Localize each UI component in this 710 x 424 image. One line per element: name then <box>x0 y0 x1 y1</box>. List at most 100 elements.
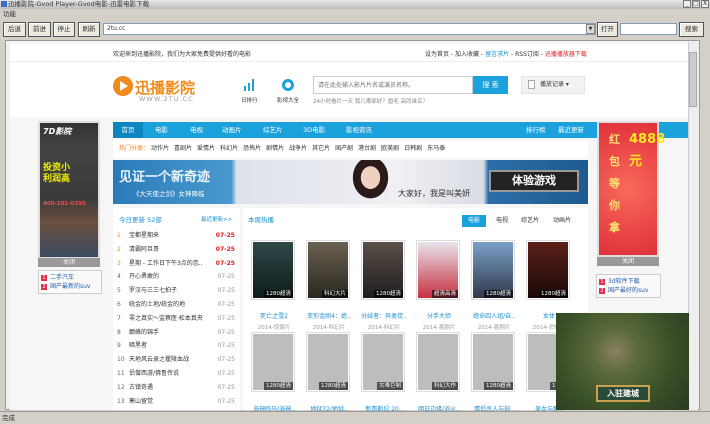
open-button[interactable]: 打开 <box>597 22 618 37</box>
hot-cat[interactable]: 港台剧 <box>358 145 376 152</box>
movie-poster[interactable]: 1280超清 <box>251 332 295 392</box>
nav-latest[interactable]: 最近更新 <box>558 122 584 138</box>
close-button[interactable]: X <box>701 0 709 8</box>
latest-more-link[interactable]: 最近更新>> <box>201 215 232 223</box>
site-logo[interactable]: 迅播影院 WWW.2TU.CC <box>113 76 223 103</box>
link-request[interactable]: 留言求片 <box>485 51 509 58</box>
quality-tag: 1280超清 <box>484 382 513 390</box>
hot-cat[interactable]: 日韩剧 <box>404 145 422 152</box>
movie-poster[interactable]: 1280超清 <box>361 240 405 300</box>
update-list-item[interactable]: 1 宝都星期来 07-25 <box>117 230 235 242</box>
update-list-item[interactable]: 8 巅峰的锦手 07-25 <box>117 327 235 339</box>
back-button[interactable]: 后退 <box>3 22 26 37</box>
site-search-input[interactable] <box>313 76 473 94</box>
left-ad-close[interactable]: 关闭 <box>38 258 100 267</box>
update-list-item[interactable]: 11 侣僧西游/佛鲁传说 07-25 <box>117 368 235 380</box>
movie-poster[interactable]: 1280超清 <box>471 240 515 300</box>
minimize-button[interactable]: _ <box>683 0 691 8</box>
nav-variety[interactable]: 综艺片 <box>263 122 283 138</box>
update-list-item[interactable]: 10 天地风云录之瞿陵血战 07-25 <box>117 354 235 366</box>
hot-cat[interactable]: 科幻片 <box>220 145 238 152</box>
nav-home[interactable]: 首页 <box>113 122 143 138</box>
update-list-item[interactable]: 4 开心勇敢的 07-25 <box>117 271 235 283</box>
link-set-home[interactable]: 设为首页 <box>425 51 449 58</box>
tab-variety[interactable]: 综艺片 <box>518 215 542 227</box>
item-date: 07-25 <box>217 314 235 322</box>
update-list-item[interactable]: 2 清霸阿旦哥 07-25 <box>117 244 235 256</box>
movie-title[interactable]: 变形金刚4：绝.. <box>303 311 355 320</box>
hot-cat[interactable]: 恐怖片 <box>243 145 261 152</box>
hot-cat[interactable]: 欧美剧 <box>381 145 399 152</box>
all-videos-link[interactable]: 影视大全 <box>277 96 299 104</box>
tab-tv[interactable]: 电视 <box>490 215 514 227</box>
item-title: 巅峰的锦手 <box>129 328 160 336</box>
ad-brand: 7D影院 <box>43 127 72 136</box>
nav-ranking[interactable]: 排行榜 <box>526 122 546 138</box>
nav-anime[interactable]: 动画片 <box>222 122 242 138</box>
movie-poster[interactable]: 灾难巨制 <box>361 332 405 392</box>
hot-cat[interactable]: 其它片 <box>312 145 330 152</box>
ad-link[interactable]: 1 3d软件下载 <box>599 277 658 286</box>
nav-tv[interactable]: 电视 <box>190 122 203 138</box>
movie-poster[interactable]: 1280超清 <box>251 240 295 300</box>
hot-cat[interactable]: 动作片 <box>151 145 169 152</box>
movie-title[interactable]: 绝命四人组/自.. <box>468 311 520 320</box>
bar-chart-icon[interactable] <box>244 79 256 91</box>
link-bookmark[interactable]: 加入收藏 <box>455 51 479 58</box>
nav-news[interactable]: 影视资讯 <box>346 122 372 138</box>
ad-link[interactable]: 2 国产最新的suv <box>41 282 99 291</box>
item-date: 07-25 <box>217 383 235 391</box>
toolbar-search-input[interactable] <box>620 23 677 35</box>
maximize-button[interactable]: □ <box>692 0 700 8</box>
update-list-item[interactable]: 6 统金的土地/统金的地 07-25 <box>117 299 235 311</box>
hot-cat[interactable]: 爱情片 <box>197 145 215 152</box>
toolbar-search-button[interactable]: 搜索 <box>679 22 704 37</box>
nav-3d[interactable]: 3D电影 <box>303 122 325 138</box>
menu-function[interactable]: 功能 <box>0 9 16 20</box>
scrollbar-thumb[interactable] <box>689 52 697 107</box>
play-history-button[interactable]: 播放记录 ▾ <box>521 76 585 94</box>
nav-movies[interactable]: 电影 <box>155 122 168 138</box>
refresh-button[interactable]: 刷新 <box>78 22 100 37</box>
movie-poster[interactable]: 1280超清 <box>526 240 570 300</box>
hot-cat[interactable]: 战争片 <box>289 145 307 152</box>
right-vertical-ad[interactable]: 红包等你拿 4888元 <box>597 121 665 257</box>
hot-cat[interactable]: 国产剧 <box>335 145 353 152</box>
left-vertical-ad[interactable]: 7D影院 投资小 利润高 400-101-0395 <box>38 121 100 259</box>
update-list-item[interactable]: 3 星期 - 工作日下午3点的恋.. 07-25 <box>117 258 235 270</box>
quality-tag: 科幻大作 <box>431 382 458 390</box>
tab-movies[interactable]: 电影 <box>462 215 486 227</box>
hot-cat[interactable]: 东马泰 <box>427 145 445 152</box>
update-list-item[interactable]: 9 暗黑者 07-25 <box>117 340 235 352</box>
movie-poster[interactable]: 1280超清 <box>306 332 350 392</box>
tab-anime[interactable]: 动画片 <box>550 215 574 227</box>
right-ad-close[interactable]: 关闭 <box>597 257 659 266</box>
film-reel-icon[interactable] <box>282 79 294 91</box>
movie-title[interactable]: 分歧者：异类觉.. <box>358 311 410 320</box>
sep: - <box>480 51 484 58</box>
site-search-button[interactable]: 搜 索 <box>473 76 508 94</box>
update-list-item[interactable]: 7 零之真实～监察医·松本真央 07-25 <box>117 313 235 325</box>
ad-link[interactable]: 1 二手汽车 <box>41 273 99 282</box>
hot-cat[interactable]: 喜剧片 <box>174 145 192 152</box>
hot-cat[interactable]: 剧情片 <box>266 145 284 152</box>
movie-title[interactable]: 死亡之雪2 <box>248 311 300 320</box>
movie-poster[interactable]: 科幻大作 <box>416 332 460 392</box>
update-list-item[interactable]: 13 寒山留觉 07-25 <box>117 396 235 408</box>
movie-poster[interactable]: 超清高清 <box>416 240 460 300</box>
game-banner-ad[interactable]: 见证一个新奇迹 《大天使之剑》女神降临 大家好，我是叫美妍 体验游戏 <box>113 160 588 204</box>
ad-link[interactable]: 2 国产最好的suv <box>599 286 658 295</box>
link-rss[interactable]: RSS订阅 <box>515 51 539 58</box>
daily-rank-link[interactable]: 日排行 <box>241 96 258 104</box>
update-list-item[interactable]: 12 古镇奇遇 07-25 <box>117 382 235 394</box>
forward-button[interactable]: 前进 <box>28 22 51 37</box>
url-input[interactable]: 2tu.cc <box>103 23 596 35</box>
movie-poster[interactable]: 1280超清 <box>471 332 515 392</box>
stop-button[interactable]: 停止 <box>53 22 75 37</box>
update-list-item[interactable]: 5 罗汉与三三七拍子 07-25 <box>117 285 235 297</box>
link-player-download[interactable]: 迅播播放器下载 <box>545 51 587 58</box>
floating-game-ad[interactable]: 入驻建城 <box>556 313 689 410</box>
url-dropdown-icon[interactable]: ▼ <box>586 24 595 34</box>
movie-title[interactable]: 分手大师 <box>413 311 465 320</box>
movie-poster[interactable]: 科幻大片 <box>306 240 350 300</box>
